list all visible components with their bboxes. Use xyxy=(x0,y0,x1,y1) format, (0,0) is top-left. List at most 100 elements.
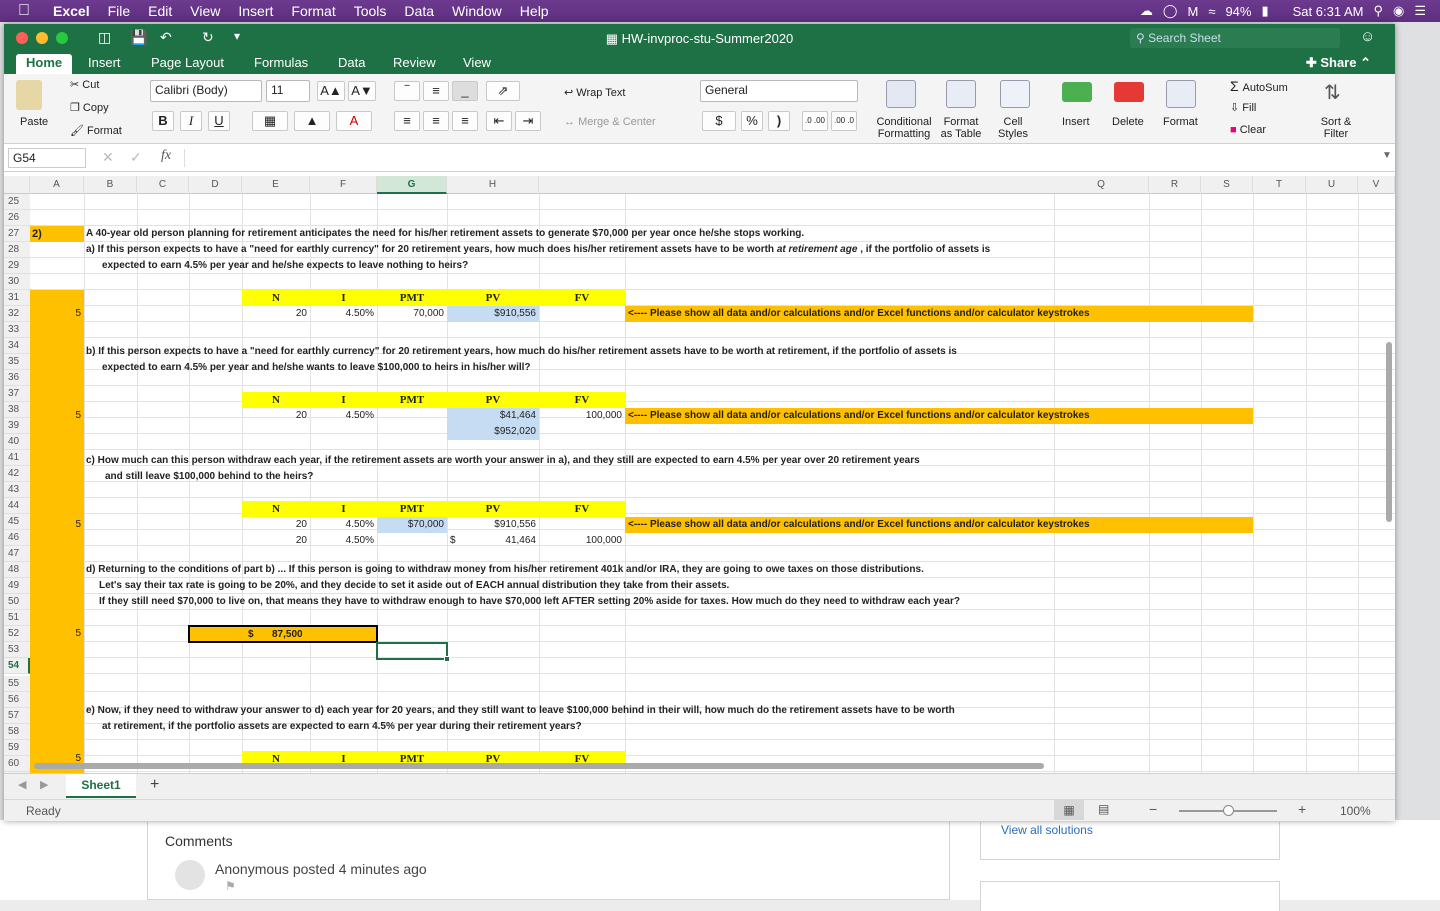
format-cells-label[interactable]: Format xyxy=(1163,116,1198,128)
row-header-47[interactable]: 47 xyxy=(4,546,30,562)
row-header-39[interactable]: 39 xyxy=(4,418,30,434)
row-header-57[interactable]: 57 xyxy=(4,708,30,724)
part-d-line2[interactable]: Let's say their tax rate is going to be … xyxy=(99,578,729,594)
tab-view[interactable]: View xyxy=(453,54,501,74)
shrink-font-button[interactable]: A▼ xyxy=(348,81,376,101)
row-header-27[interactable]: 27 xyxy=(4,226,30,242)
copy-button[interactable]: ❐ Copy xyxy=(70,101,109,114)
c2-fv[interactable]: 100,000 xyxy=(539,533,625,549)
insert-cells-icon[interactable] xyxy=(1062,82,1092,102)
col-header-e[interactable]: E xyxy=(242,176,310,194)
sort-filter-icon[interactable]: ⇅ xyxy=(1324,80,1341,105)
menu-help[interactable]: Help xyxy=(511,0,558,22)
header-n[interactable]: N xyxy=(242,501,310,517)
fill-color-button[interactable]: ▲ xyxy=(294,111,330,131)
row-header-54[interactable]: 54 xyxy=(4,658,30,674)
decrease-decimal-button[interactable]: .00 .0 xyxy=(831,111,857,131)
row-header-60[interactable]: 60 xyxy=(4,756,30,772)
vertical-scrollbar[interactable] xyxy=(1386,342,1392,522)
cloud-icon[interactable]: ☁ xyxy=(1140,3,1153,19)
menu-edit[interactable]: Edit xyxy=(139,0,181,22)
cell-styles-icon[interactable] xyxy=(1000,80,1030,108)
header-i[interactable]: I xyxy=(310,290,377,306)
tab-data[interactable]: Data xyxy=(328,54,375,74)
formula-input[interactable] xyxy=(184,149,1374,167)
row-header-36[interactable]: 36 xyxy=(4,370,30,386)
apple-icon[interactable]:  xyxy=(0,0,44,22)
sort-filter-label[interactable]: Sort & Filter xyxy=(1318,116,1354,140)
align-right-button[interactable]: ≡ xyxy=(452,111,478,131)
underline-button[interactable]: U xyxy=(208,111,230,131)
row-header-55[interactable]: 55 xyxy=(4,676,30,692)
c-n[interactable]: 20 xyxy=(242,517,310,533)
prev-sheet-icon[interactable]: ◀ xyxy=(18,778,26,791)
row-header-37[interactable]: 37 xyxy=(4,386,30,402)
c-pmt[interactable]: $70,000 xyxy=(377,517,447,533)
menu-app[interactable]: Excel xyxy=(44,0,99,22)
header-n[interactable]: N xyxy=(242,392,310,408)
zoom-in-button[interactable]: + xyxy=(1298,801,1306,817)
menu-tools[interactable]: Tools xyxy=(345,0,396,22)
header-fv[interactable]: FV xyxy=(539,290,625,306)
part-c-line1[interactable]: c) How much can this person withdraw eac… xyxy=(86,453,920,469)
row-header-48[interactable]: 48 xyxy=(4,562,30,578)
search-sheet-input[interactable]: ⚲ Search Sheet xyxy=(1130,28,1340,48)
menu-view[interactable]: View xyxy=(181,0,229,22)
zoom-level[interactable]: 100% xyxy=(1340,804,1371,818)
align-top-button[interactable]: ‾ xyxy=(394,81,420,101)
col-header-b[interactable]: B xyxy=(84,176,137,194)
header-i[interactable]: I xyxy=(310,501,377,517)
control-center-icon[interactable]: ☰ xyxy=(1414,3,1426,19)
smiley-feedback-icon[interactable]: ☺ xyxy=(1360,28,1375,45)
header-pmt[interactable]: PMT xyxy=(377,290,447,306)
decrease-indent-button[interactable]: ⇤ xyxy=(486,111,512,131)
c2-i[interactable]: 4.50% xyxy=(310,533,377,549)
merge-center-button[interactable]: ↔ Merge & Center xyxy=(564,116,656,128)
row-header-28[interactable]: 28 xyxy=(4,242,30,258)
row-header-25[interactable]: 25 xyxy=(4,194,30,210)
col-header-q[interactable]: Q xyxy=(1054,176,1149,194)
battery-icon[interactable]: ▮ xyxy=(1261,3,1268,19)
part-a-line2[interactable]: expected to earn 4.5% per year and he/sh… xyxy=(102,258,468,274)
wifi-icon[interactable]: ≈ xyxy=(1208,4,1215,19)
delete-cells-label[interactable]: Delete xyxy=(1112,116,1144,128)
paste-label[interactable]: Paste xyxy=(20,116,48,128)
col-header-v[interactable]: V xyxy=(1358,176,1395,194)
a-pmt[interactable]: 70,000 xyxy=(377,306,447,322)
d-answer-cell[interactable]: $ 87,500 xyxy=(188,625,378,643)
conditional-formatting-label[interactable]: Conditional Formatting xyxy=(875,116,933,140)
spreadsheet-grid[interactable]: A B C D E F G H Q R S T U V 25 26 27 28 29 30… xyxy=(4,176,1395,773)
menu-format[interactable]: Format xyxy=(282,0,344,22)
clear-button[interactable]: ■ Clear xyxy=(1230,124,1266,136)
col-header-c[interactable]: C xyxy=(137,176,189,194)
format-as-table-icon[interactable] xyxy=(946,80,976,108)
cut-button[interactable]: ✂ Cut xyxy=(70,78,99,91)
col-header-g[interactable]: G xyxy=(377,176,447,194)
sheet-tab-sheet1[interactable]: Sheet1 xyxy=(66,774,136,798)
select-all-corner[interactable] xyxy=(4,176,30,194)
bold-button[interactable]: B xyxy=(152,111,174,131)
font-size-select[interactable]: 11 xyxy=(266,80,310,102)
format-as-table-label[interactable]: Format as Table xyxy=(938,116,984,140)
c-pv[interactable]: $910,556 xyxy=(447,517,539,533)
number-format-select[interactable]: General xyxy=(700,80,858,102)
instruction-note-a[interactable]: <---- Please show all data and/or calcul… xyxy=(625,306,1253,322)
row-header-32[interactable]: 32 xyxy=(4,306,30,322)
row-header-58[interactable]: 58 xyxy=(4,724,30,740)
cell-styles-label[interactable]: Cell Styles xyxy=(996,116,1030,140)
part-b-line2[interactable]: expected to earn 4.5% per year and he/sh… xyxy=(102,360,531,376)
siri-icon[interactable]: ◉ xyxy=(1393,3,1404,19)
format-painter-button[interactable]: 🖌 Format xyxy=(70,124,122,137)
col-header-d[interactable]: D xyxy=(189,176,242,194)
row-header-44[interactable]: 44 xyxy=(4,498,30,514)
menu-file[interactable]: File xyxy=(99,0,140,22)
zoom-slider-thumb[interactable] xyxy=(1223,805,1234,816)
b-fv[interactable]: 100,000 xyxy=(539,408,625,424)
spotlight-icon[interactable]: ⚲ xyxy=(1373,3,1383,19)
gmail-icon[interactable]: M xyxy=(1187,4,1198,19)
a-n[interactable]: 20 xyxy=(242,306,310,322)
tab-home[interactable]: Home xyxy=(16,54,73,74)
row-header-46[interactable]: 46 xyxy=(4,530,30,546)
row-header-42[interactable]: 42 xyxy=(4,466,30,482)
selected-cell-g54[interactable] xyxy=(376,642,450,662)
